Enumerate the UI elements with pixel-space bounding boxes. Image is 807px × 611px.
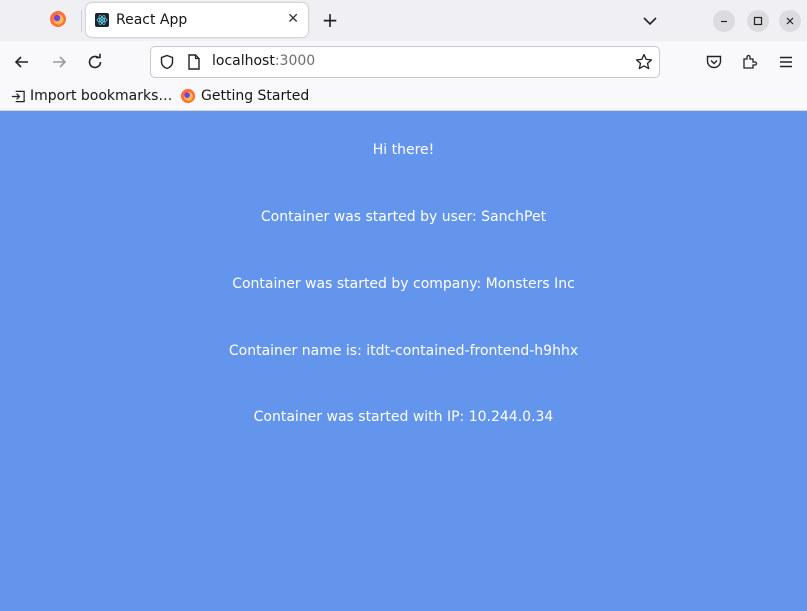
tab-divider xyxy=(81,10,82,32)
hamburger-menu-icon xyxy=(780,56,792,68)
reload-button[interactable] xyxy=(83,50,107,74)
forward-arrow-icon xyxy=(53,56,67,68)
url-port: :3000 xyxy=(274,53,316,69)
firefox-icon xyxy=(49,10,67,32)
back-button[interactable] xyxy=(10,50,34,74)
maximize-button[interactable] xyxy=(747,10,769,32)
maximize-icon xyxy=(753,16,763,26)
bookmark-label: Import bookmarks… xyxy=(30,88,173,104)
close-icon xyxy=(786,17,794,25)
reload-icon xyxy=(88,53,102,69)
page-icon[interactable] xyxy=(187,54,201,74)
close-tab-icon[interactable]: ✕ xyxy=(287,11,299,27)
bookmark-import[interactable]: Import bookmarks… xyxy=(11,88,172,104)
user-text: Container was started by user: SanchPet xyxy=(260,209,547,225)
pocket-icon xyxy=(706,55,722,69)
url-host: localhost xyxy=(212,53,275,69)
chevron-down-icon xyxy=(643,17,657,26)
company-text: Container was started by company: Monste… xyxy=(232,276,575,292)
menu-button[interactable] xyxy=(774,50,798,74)
close-window-button[interactable] xyxy=(779,10,801,32)
new-tab-button[interactable]: + xyxy=(318,7,342,33)
address-bar[interactable]: localhost:3000 xyxy=(150,46,660,78)
bookmark-star-icon[interactable] xyxy=(635,53,653,75)
tab-bar: React App ✕ + xyxy=(0,0,807,41)
pocket-button[interactable] xyxy=(702,50,726,74)
bookmarks-toolbar: Import bookmarks… Getting Started xyxy=(0,83,807,111)
minimize-icon xyxy=(721,20,727,23)
navigation-toolbar: localhost:3000 xyxy=(0,41,807,83)
minimize-button[interactable] xyxy=(713,10,735,32)
url-text[interactable]: localhost:3000 xyxy=(212,53,315,69)
ip-text: Container was started with IP: 10.244.0.… xyxy=(253,409,554,425)
forward-button[interactable] xyxy=(47,50,71,74)
shield-icon[interactable] xyxy=(159,54,175,74)
list-all-tabs-button[interactable] xyxy=(640,11,660,31)
puzzle-icon xyxy=(743,54,758,69)
import-icon xyxy=(11,89,26,104)
bookmark-getting-started[interactable]: Getting Started xyxy=(180,88,309,104)
page-content: Hi there! Container was started by user:… xyxy=(0,111,807,611)
container-name-text: Container name is: itdt-contained-fronte… xyxy=(228,343,579,359)
tab-react-app[interactable]: React App ✕ xyxy=(86,3,308,37)
greeting-text: Hi there! xyxy=(372,142,435,158)
back-arrow-icon xyxy=(14,56,28,68)
react-icon xyxy=(95,13,109,27)
firefox-icon xyxy=(180,88,196,104)
bookmark-label: Getting Started xyxy=(201,88,310,104)
plus-icon: + xyxy=(321,8,339,32)
tab-title: React App xyxy=(116,12,188,28)
extensions-button[interactable] xyxy=(738,50,762,74)
firefox-view-button[interactable] xyxy=(36,6,80,36)
